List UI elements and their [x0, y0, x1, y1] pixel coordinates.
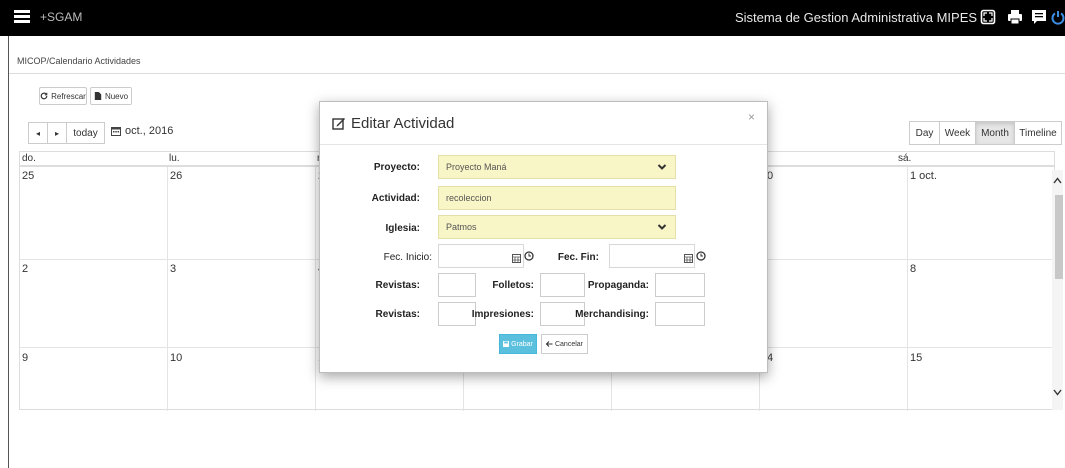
proyecto-select[interactable]: Proyecto Maná [438, 155, 676, 179]
chevron-down-icon [657, 224, 667, 230]
folletos-label: Folletos: [492, 280, 534, 291]
save-label: Grabar [511, 340, 533, 348]
message-icon[interactable] [1031, 9, 1047, 25]
actividad-value: recoleccion [446, 193, 492, 203]
calendar-title-text: oct., 2016 [125, 125, 174, 137]
calendar-day-cell[interactable]: 2 [20, 260, 168, 348]
modal-header: Editar Actividad × [320, 102, 767, 145]
calendar-day-cell[interactable]: 26 [168, 167, 316, 260]
calendar-day-cell[interactable]: 0 [760, 167, 908, 260]
modal-title: Editar Actividad [332, 115, 454, 132]
calendar-icon[interactable] [512, 254, 521, 263]
iglesia-label: Iglesia: [385, 223, 420, 234]
proyecto-value: Proyecto Maná [446, 162, 507, 172]
modal-title-text: Editar Actividad [351, 115, 455, 132]
file-icon [94, 92, 102, 100]
new-label: Nuevo [104, 91, 129, 101]
arrow-left-icon [545, 341, 553, 347]
system-title: Sistema de Gestion Administrativa MIPES [735, 10, 978, 25]
revistas-2-label: Revistas: [375, 309, 420, 320]
fec-fin-label: Fec. Fin: [557, 252, 599, 263]
actividad-input[interactable]: recoleccion [438, 186, 676, 210]
calendar-day-cell[interactable]: 25 [20, 167, 168, 260]
proyecto-label: Proyecto: [373, 162, 420, 173]
left-border [8, 36, 9, 468]
calendar-day-cell[interactable]: 3 [168, 260, 316, 348]
calendar-day-cell[interactable]: 4 [760, 348, 908, 411]
iglesia-value: Patmos [446, 222, 477, 232]
calendar-title: oct., 2016 [111, 125, 173, 137]
save-button[interactable]: Grabar [499, 334, 537, 354]
calendar-day-cell[interactable]: 15 [908, 348, 1056, 411]
close-icon[interactable]: × [748, 110, 755, 124]
impresiones-label: Impresiones: [471, 309, 534, 320]
actividad-label: Actividad: [371, 193, 420, 204]
view-timeline-button[interactable]: Timeline [1014, 121, 1062, 145]
day-header-sun: do. [22, 153, 36, 164]
calendar-day-cell[interactable]: 9 [20, 348, 168, 411]
scrollbar-thumb[interactable] [1055, 195, 1063, 279]
prev-button[interactable]: ◂ [28, 122, 48, 144]
view-month-button[interactable]: Month [975, 121, 1015, 145]
print-icon[interactable] [1007, 9, 1023, 25]
fec-inicio-label: Fec. Inicio: [383, 252, 432, 263]
cancel-label: Cancelar [554, 340, 583, 348]
refresh-label: Refrescar [51, 91, 86, 101]
cancel-button[interactable]: Cancelar [541, 334, 588, 354]
next-button[interactable]: ▸ [47, 122, 67, 144]
save-icon [503, 341, 510, 347]
revistas-label: Revistas: [375, 280, 420, 291]
top-navbar: +SGAM Sistema de Gestion Administrativa … [0, 0, 1065, 36]
view-week-button[interactable]: Week [939, 121, 976, 145]
edit-icon [332, 118, 345, 130]
calendar-scrollbar[interactable] [1052, 170, 1063, 410]
merchandising-label: Merchandising: [575, 309, 649, 320]
propaganda-input[interactable] [655, 273, 705, 297]
today-button[interactable]: today [66, 122, 105, 144]
app-brand[interactable]: +SGAM [40, 10, 82, 24]
view-day-button[interactable]: Day [909, 121, 940, 145]
merchandising-input[interactable] [655, 302, 705, 326]
day-header-sat: sá. [898, 153, 912, 164]
calendar-day-cell[interactable] [760, 260, 908, 348]
new-button[interactable]: Nuevo [90, 87, 132, 105]
calendar-day-cell[interactable]: 10 [168, 348, 316, 411]
calendar-day-cell[interactable]: 1 oct. [908, 167, 1056, 260]
power-icon[interactable] [1050, 9, 1065, 25]
clock-icon[interactable] [696, 250, 706, 262]
calendar-day-cell[interactable]: 8 [908, 260, 1056, 348]
folletos-input[interactable] [540, 273, 585, 297]
breadcrumb[interactable]: MICOP/Calendario Actividades [17, 56, 141, 66]
menu-icon[interactable] [14, 10, 30, 24]
fullscreen-icon[interactable] [980, 9, 996, 25]
clock-icon[interactable] [524, 250, 534, 262]
chevron-down-icon [657, 164, 667, 170]
scroll-up-icon[interactable] [1053, 176, 1062, 187]
divider [9, 73, 1065, 74]
scroll-down-icon[interactable] [1053, 388, 1062, 399]
day-header-mon: lu. [169, 153, 180, 164]
refresh-icon [40, 92, 48, 100]
calendar-icon [111, 127, 121, 136]
propaganda-label: Propaganda: [587, 280, 649, 291]
refresh-button[interactable]: Refrescar [39, 87, 87, 105]
calendar-icon[interactable] [684, 254, 693, 263]
fec-fin-input[interactable] [609, 244, 695, 268]
iglesia-select[interactable]: Patmos [438, 215, 676, 239]
